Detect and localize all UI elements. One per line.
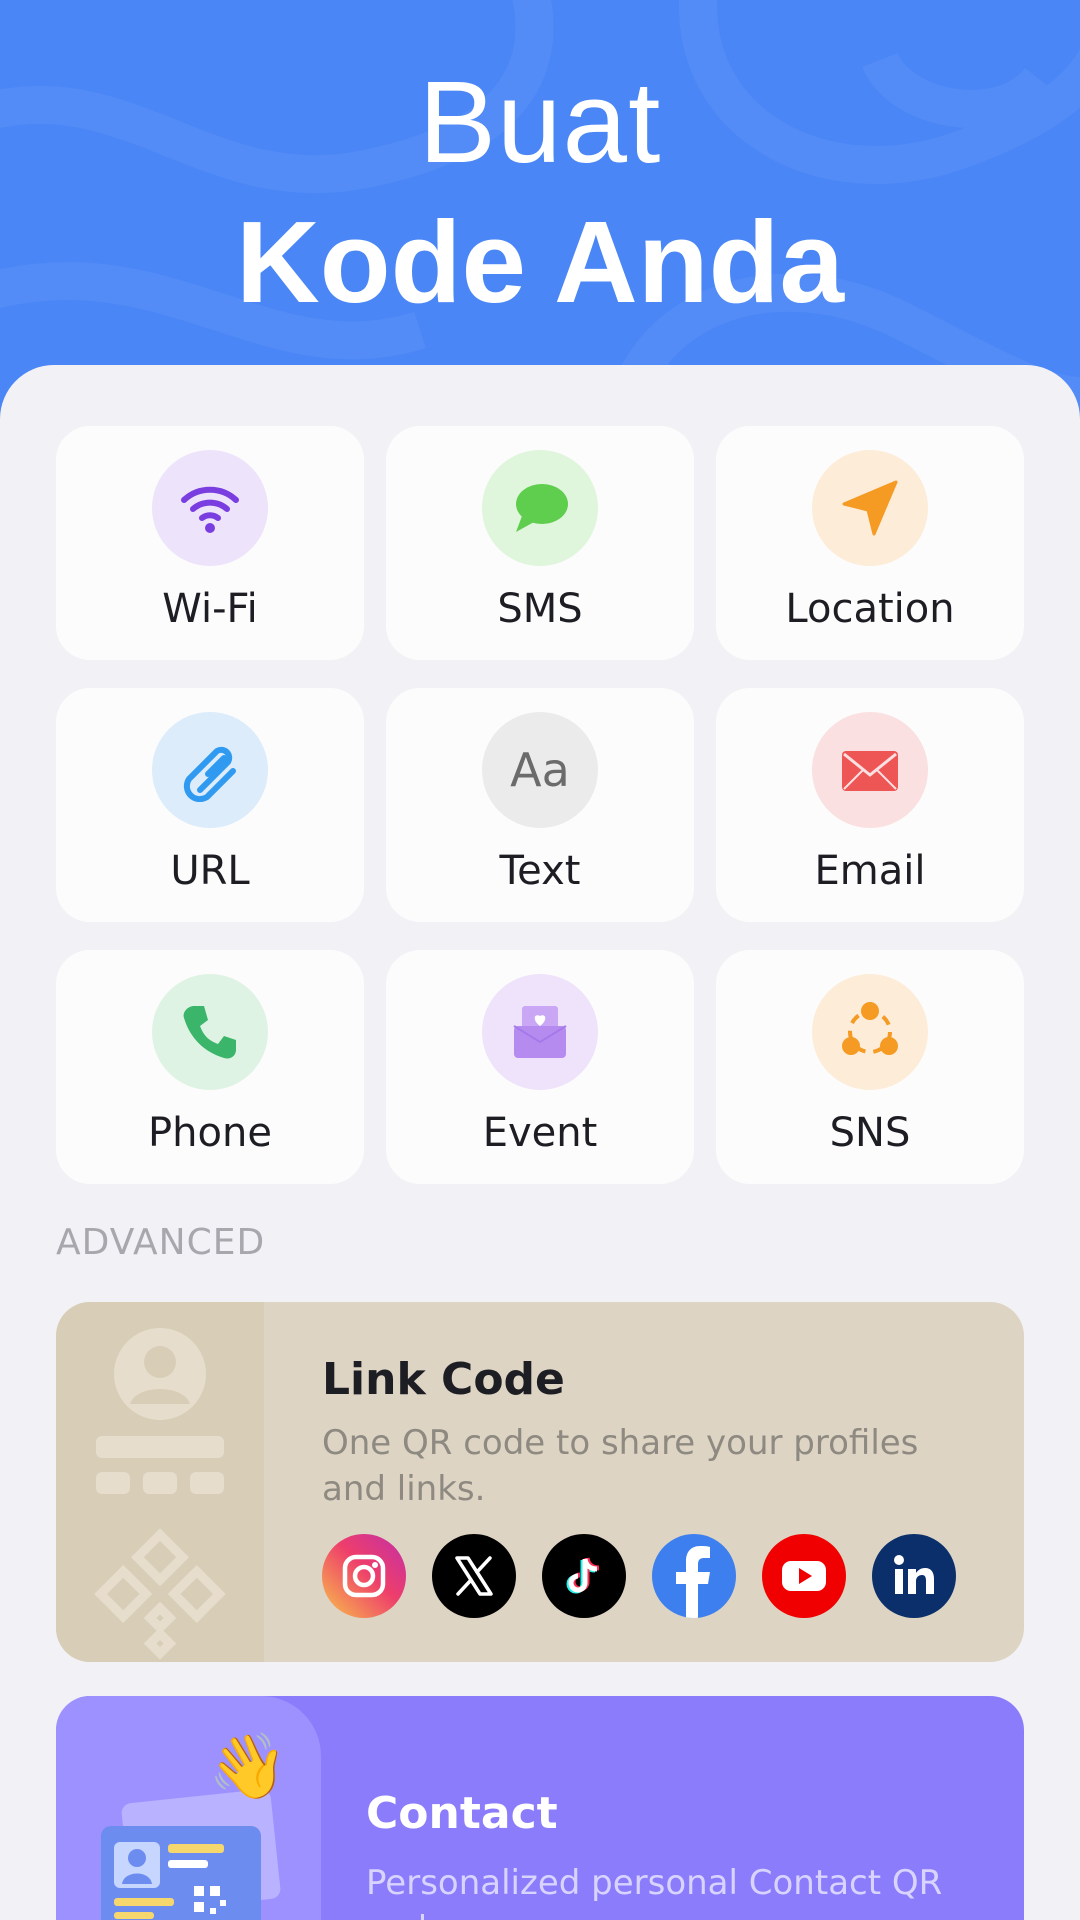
- tile-email[interactable]: Email: [716, 688, 1024, 922]
- svg-text:👋: 👋: [208, 1730, 288, 1804]
- tile-wifi[interactable]: Wi-Fi: [56, 426, 364, 660]
- wifi-icon: [181, 486, 239, 533]
- tile-icon-bg: [482, 450, 598, 566]
- paperclip-icon: [183, 746, 236, 802]
- tile-label: URL: [170, 848, 250, 894]
- link-code-title: Link Code: [322, 1354, 565, 1405]
- chat-bubble-icon: [516, 484, 568, 532]
- tile-label: SNS: [829, 1110, 911, 1156]
- header-title-line2: Kode Anda: [236, 197, 844, 327]
- social-icons-row: [322, 1534, 956, 1618]
- contact-illustration-panel: 👋: [56, 1696, 321, 1920]
- tile-url[interactable]: URL: [56, 688, 364, 922]
- tile-event[interactable]: Event: [386, 950, 694, 1184]
- linkedin-icon: [872, 1534, 956, 1618]
- tile-sns[interactable]: SNS: [716, 950, 1024, 1184]
- x-icon: [432, 1534, 516, 1618]
- tile-icon-bg: Aa: [482, 712, 598, 828]
- facebook-icon: [652, 1534, 736, 1618]
- contact-card[interactable]: 👋 Contact Personalized personal Contact …: [56, 1696, 1024, 1920]
- header-title-line1: Buat: [418, 57, 662, 187]
- tile-sms[interactable]: SMS: [386, 426, 694, 660]
- youtube-icon: [762, 1534, 846, 1618]
- tile-icon-bg: [482, 974, 598, 1090]
- tiktok-icon: [542, 1534, 626, 1618]
- link-code-illustration: [56, 1302, 264, 1662]
- header-banner: Buat Kode Anda: [0, 0, 1080, 420]
- tile-icon-bg: [812, 450, 928, 566]
- link-code-card[interactable]: Link Code One QR code to share your prof…: [56, 1302, 1024, 1662]
- contact-title: Contact: [366, 1788, 558, 1839]
- section-label-advanced: ADVANCED: [56, 1222, 266, 1263]
- tile-label: Location: [785, 586, 955, 632]
- tile-label: SMS: [497, 586, 583, 632]
- profile-qr-illustration: [94, 1328, 226, 1660]
- tile-label: Email: [814, 848, 926, 894]
- tile-label: Phone: [148, 1110, 272, 1156]
- envelope-icon: [842, 751, 898, 791]
- text-aa-icon: Aa: [510, 743, 570, 797]
- tile-icon-bg: [152, 974, 268, 1090]
- tile-icon-bg: [152, 450, 268, 566]
- tile-phone[interactable]: Phone: [56, 950, 364, 1184]
- link-code-description: One QR code to share your profiles and l…: [322, 1423, 919, 1509]
- code-type-grid: Wi-Fi SMS Location URL Aa Text Email Pho…: [56, 426, 1024, 1184]
- navigation-arrow-icon: [842, 480, 898, 536]
- share-nodes-icon: [842, 1002, 898, 1055]
- instagram-icon: [322, 1534, 406, 1618]
- tile-icon-bg: [812, 974, 928, 1090]
- tile-text[interactable]: Aa Text: [386, 688, 694, 922]
- tile-icon-bg: [812, 712, 928, 828]
- tile-label: Text: [499, 848, 581, 894]
- contact-description: Personalized personal Contact QR codes: [366, 1863, 943, 1920]
- contact-card-illustration: 👋: [101, 1730, 288, 1920]
- tile-label: Wi-Fi: [162, 586, 258, 632]
- tile-icon-bg: [152, 712, 268, 828]
- tile-location[interactable]: Location: [716, 426, 1024, 660]
- invitation-icon: [513, 1006, 567, 1058]
- tile-label: Event: [482, 1110, 598, 1156]
- phone-icon: [183, 1006, 236, 1059]
